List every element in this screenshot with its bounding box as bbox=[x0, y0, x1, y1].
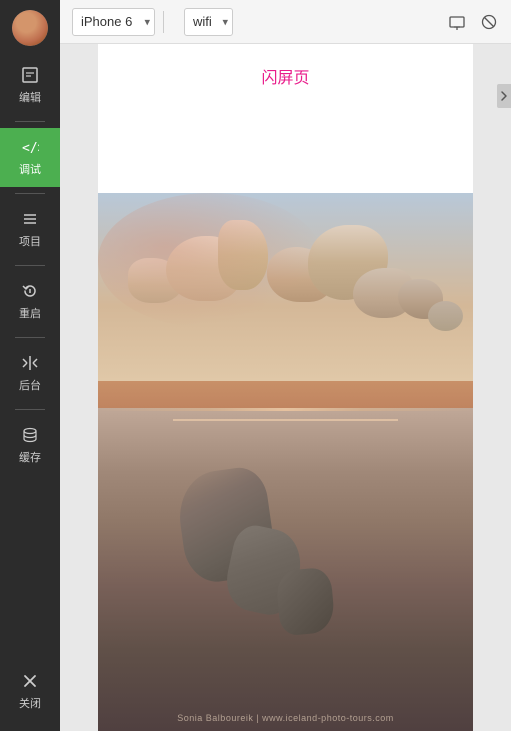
divider-4 bbox=[15, 337, 45, 338]
sidebar-item-backend[interactable]: 后台 bbox=[0, 344, 60, 403]
collapse-arrow[interactable] bbox=[497, 84, 511, 108]
sidebar-item-debug-label: 调试 bbox=[19, 161, 41, 177]
network-select[interactable]: wifi 4G 3G bbox=[184, 8, 233, 36]
device-select[interactable]: iPhone 6 iPhone 7 iPhone 8 iPhone X bbox=[72, 8, 155, 36]
divider-2 bbox=[15, 193, 45, 194]
phone-image: Sonia Balboureik | www.iceland-photo-tou… bbox=[98, 193, 473, 731]
svg-text:</>: </> bbox=[22, 141, 39, 156]
debug-icon: </> bbox=[21, 138, 39, 159]
sidebar-item-project-label: 项目 bbox=[19, 233, 41, 249]
cloud-mist bbox=[98, 193, 323, 328]
sidebar-item-cache[interactable]: 缓存 bbox=[0, 416, 60, 475]
phone-white-space bbox=[98, 103, 473, 193]
backend-icon bbox=[21, 354, 39, 375]
sidebar: 编辑 </> 调试 项目 bbox=[0, 0, 60, 731]
sidebar-item-project[interactable]: 项目 bbox=[0, 200, 60, 259]
phone-frame: 闪屏页 bbox=[98, 44, 473, 731]
restart-icon bbox=[21, 282, 39, 303]
sidebar-item-cache-label: 缓存 bbox=[19, 449, 41, 465]
cache-icon bbox=[21, 426, 39, 447]
screen-icon-btn[interactable] bbox=[443, 8, 471, 36]
topbar-divider-1 bbox=[163, 11, 164, 33]
sidebar-item-restart[interactable]: 重启 bbox=[0, 272, 60, 331]
avatar[interactable] bbox=[12, 10, 48, 46]
divider-1 bbox=[15, 121, 45, 122]
no-signal-icon-btn[interactable] bbox=[475, 8, 503, 36]
divider-3 bbox=[15, 265, 45, 266]
sidebar-item-debug[interactable]: </> 调试 bbox=[0, 128, 60, 187]
sidebar-item-restart-label: 重启 bbox=[19, 305, 41, 321]
page-title: 闪屏页 bbox=[98, 44, 473, 103]
sidebar-item-edit[interactable]: 编辑 bbox=[0, 56, 60, 115]
main-area: iPhone 6 iPhone 7 iPhone 8 iPhone X wifi… bbox=[60, 0, 511, 731]
watermark: Sonia Balboureik | www.iceland-photo-tou… bbox=[98, 713, 473, 723]
water-shimmer bbox=[98, 408, 473, 411]
content-area: 闪屏页 bbox=[60, 44, 511, 731]
network-select-wrap[interactable]: wifi 4G 3G bbox=[172, 8, 233, 36]
sidebar-item-close[interactable]: 关闭 bbox=[0, 662, 60, 721]
sidebar-item-edit-label: 编辑 bbox=[19, 89, 41, 105]
topbar-icons bbox=[443, 8, 511, 36]
bg-rock-8 bbox=[428, 301, 463, 331]
photo-scene: Sonia Balboureik | www.iceland-photo-tou… bbox=[98, 193, 473, 731]
sidebar-item-backend-label: 后台 bbox=[19, 377, 41, 393]
sidebar-item-close-label: 关闭 bbox=[19, 695, 41, 711]
divider-5 bbox=[15, 409, 45, 410]
topbar: iPhone 6 iPhone 7 iPhone 8 iPhone X wifi… bbox=[60, 0, 511, 44]
device-select-wrap[interactable]: iPhone 6 iPhone 7 iPhone 8 iPhone X bbox=[60, 8, 155, 36]
project-icon bbox=[21, 210, 39, 231]
edit-icon bbox=[21, 66, 39, 87]
close-icon bbox=[21, 672, 39, 693]
reflection-shimmer bbox=[173, 419, 398, 421]
